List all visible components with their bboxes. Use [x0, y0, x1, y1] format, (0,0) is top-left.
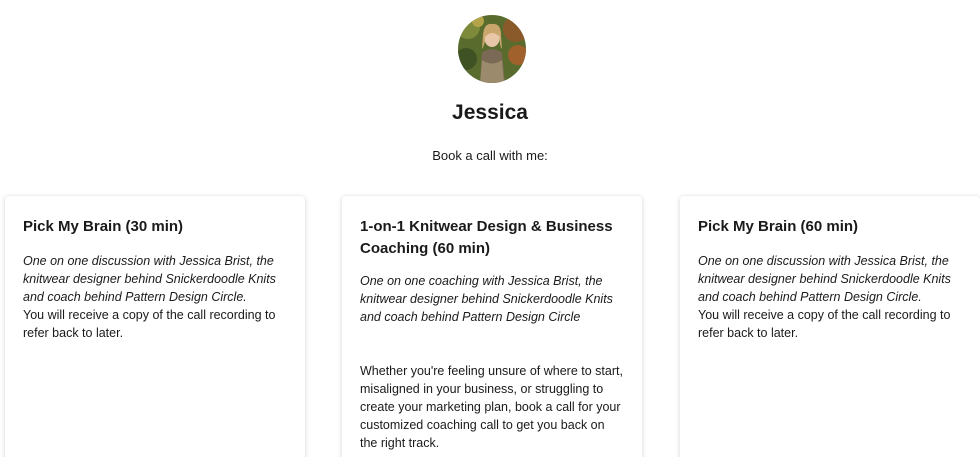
service-card-coaching-60[interactable]: 1-on-1 Knitwear Design & Business Coachi… [342, 196, 642, 457]
booking-subtitle: Book a call with me: [432, 148, 548, 163]
card-description: One on one discussion with Jessica Brist… [698, 254, 951, 304]
card-extra-text: You will receive a copy of the call reco… [23, 308, 276, 340]
booking-page: Jessica Book a call with me: Pick My Bra… [0, 0, 980, 457]
avatar-photo [458, 15, 526, 83]
profile-name: Jessica [452, 101, 528, 124]
service-card-pick-my-brain-30[interactable]: Pick My Brain (30 min) One on one discus… [5, 196, 305, 457]
card-extra-text: Whether you're feeling unsure of where t… [360, 364, 623, 450]
card-description: One on one discussion with Jessica Brist… [23, 254, 276, 304]
avatar [458, 15, 526, 83]
card-title: 1-on-1 Knitwear Design & Business Coachi… [360, 218, 613, 257]
card-extra-text: You will receive a copy of the call reco… [698, 308, 951, 340]
card-title: Pick My Brain (30 min) [23, 218, 184, 235]
card-description: One on one coaching with Jessica Brist, … [360, 274, 613, 324]
card-title: Pick My Brain (60 min) [698, 218, 859, 235]
service-card-pick-my-brain-60[interactable]: Pick My Brain (60 min) One on one discus… [680, 196, 980, 457]
